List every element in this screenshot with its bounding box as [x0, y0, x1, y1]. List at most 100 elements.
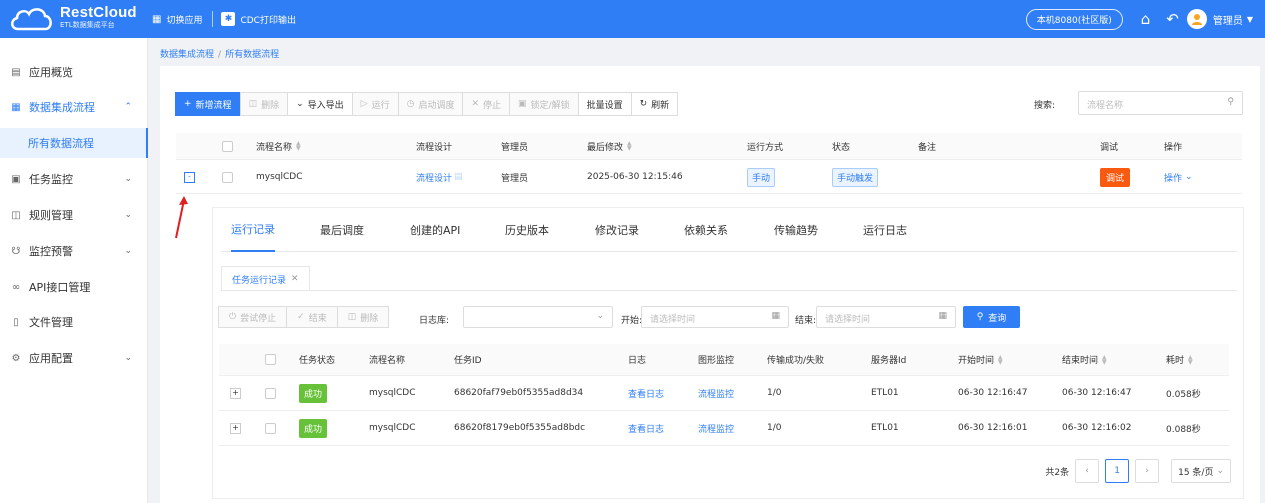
sidebar-item-config[interactable]: ⚙ 应用配置 ⌄	[0, 346, 148, 370]
tab-history-versions[interactable]: 历史版本	[505, 208, 549, 252]
import-export-button[interactable]: ⌄ 导入导出	[287, 92, 353, 116]
stop-button[interactable]: ✕ 停止	[462, 92, 511, 116]
sidebar-item-api[interactable]: ∞ API接口管理	[0, 275, 148, 299]
breadcrumb-parent[interactable]: 数据集成流程	[160, 50, 214, 60]
sort-icon[interactable]: ▲ ▼	[627, 141, 632, 152]
run-button[interactable]: ▷ 运行	[351, 92, 399, 116]
tab-run-records[interactable]: 运行记录	[231, 208, 275, 252]
try-stop-button[interactable]: ⏻ 尝试停止	[218, 306, 288, 328]
switch-app-button[interactable]: ▦ 切换应用	[152, 13, 202, 26]
sidebar-item-files[interactable]: ▯ 文件管理	[0, 310, 148, 334]
select-all-checkbox[interactable]	[222, 133, 233, 159]
run-mode-label: 手动	[747, 167, 776, 187]
flow-monitor-link[interactable]: 流程监控	[698, 376, 734, 410]
collapse-button[interactable]: -	[184, 161, 195, 193]
row-checkbox[interactable]	[222, 161, 233, 193]
close-icon[interactable]: ✕	[291, 274, 299, 284]
record-task-id: 68620faf79eb0f5355ad8d34	[454, 388, 584, 398]
avatar[interactable]	[1186, 9, 1207, 29]
start-schedule-button[interactable]: ◷ 启动调度	[397, 92, 464, 116]
expand-button[interactable]: +	[230, 411, 241, 445]
clock-icon: ◷	[406, 99, 415, 109]
dashboard-icon: ▤	[11, 66, 21, 78]
sidebar-item-label: 任务监控	[29, 173, 73, 186]
sidebar-item-task-monitor[interactable]: ▣ 任务监控 ⌄	[0, 167, 148, 191]
breadcrumb-current: 所有数据流程	[225, 50, 280, 60]
tab-transfer-trend[interactable]: 传输趋势	[774, 208, 818, 252]
col-start-time[interactable]: 开始时间 ▲ ▼	[958, 344, 1003, 375]
expand-button[interactable]: +	[230, 376, 241, 410]
current-app[interactable]: ✱ CDC打印输出	[221, 12, 296, 26]
sort-icon[interactable]: ▲ ▼	[1102, 354, 1107, 365]
batch-settings-label: 批量设置	[586, 100, 623, 111]
divider	[212, 11, 214, 27]
record-start: 06-30 12:16:47	[958, 388, 1028, 398]
sidebar-item-overview[interactable]: ▤ 应用概览	[0, 60, 148, 84]
tab-created-api[interactable]: 创建的API	[410, 208, 460, 252]
finish-button[interactable]: ✓ 结束	[286, 306, 338, 328]
table-row[interactable]: + 成功 mysqlCDC 68620f8179eb0f5355ad8bdc 查…	[219, 411, 1229, 446]
sidebar-item-alarm[interactable]: ☋ 监控预警 ⌄	[0, 239, 148, 263]
copy-icon[interactable]: ▤	[454, 172, 463, 182]
rules-icon: ◫	[11, 209, 21, 221]
tab-task-run-records[interactable]: 任务运行记录 ✕	[221, 266, 310, 291]
log-db-select[interactable]: ⌄	[463, 306, 613, 328]
batch-settings-button[interactable]: 批量设置	[577, 92, 632, 116]
brand-logo[interactable]: RestCloud ETL数据集成平台	[8, 5, 144, 33]
debug-button[interactable]: 调试	[1100, 161, 1131, 193]
col-end-time[interactable]: 结束时间 ▲ ▼	[1062, 344, 1107, 375]
refresh-button[interactable]: ↻ 刷新	[630, 92, 679, 116]
col-flow-name[interactable]: 流程名称 ▲ ▼	[256, 133, 301, 159]
search-icon[interactable]: ⚲	[1227, 97, 1234, 107]
select-all-checkbox[interactable]	[265, 344, 276, 375]
view-log-link[interactable]: 查看日志	[628, 376, 664, 410]
col-label: 流程设计	[416, 142, 453, 153]
row-checkbox[interactable]	[265, 376, 276, 410]
query-button[interactable]: ⚲ 查询	[963, 306, 1020, 328]
table-row[interactable]: + 成功 mysqlCDC 68620faf79eb0f5355ad8d34 查…	[219, 376, 1229, 411]
row-checkbox[interactable]	[265, 411, 276, 445]
sidebar-subitem-all-flows[interactable]: 所有数据流程	[0, 128, 148, 158]
stop-label: 停止	[483, 100, 502, 111]
col-flow-name: 流程名称	[369, 356, 406, 366]
new-flow-button[interactable]: + 新增流程	[175, 92, 241, 116]
play-icon: ▷	[360, 99, 368, 109]
end-time-placeholder: 请选择时间	[825, 315, 871, 325]
check-icon: ✓	[297, 312, 305, 322]
col-modified[interactable]: 最后修改 ▲ ▼	[587, 133, 632, 159]
page-1-button[interactable]: 1	[1105, 459, 1130, 483]
tab-change-records[interactable]: 修改记录	[595, 208, 639, 252]
table-row[interactable]: - mysqlCDC 流程设计 ▤ 管理员 2025-06-30 12:15:46…	[176, 161, 1242, 194]
sort-icon[interactable]: ▲ ▼	[1188, 354, 1193, 365]
delete-button[interactable]: ◫ 删除	[239, 92, 289, 116]
back-icon[interactable]: ↶	[1166, 10, 1179, 28]
view-log-link[interactable]: 查看日志	[628, 411, 664, 445]
col-debug: 调试	[1100, 133, 1118, 159]
start-time-input[interactable]: 请选择时间 ▦	[641, 306, 789, 328]
sidebar-item-integration[interactable]: ▦ 数据集成流程 ⌃	[0, 95, 148, 119]
next-page-button[interactable]: ›	[1135, 459, 1160, 483]
tab-last-schedule[interactable]: 最后调度	[320, 208, 364, 252]
flow-monitor-link[interactable]: 流程监控	[698, 411, 734, 445]
home-icon[interactable]: ⌂	[1141, 10, 1151, 28]
sort-icon[interactable]: ▲ ▼	[998, 354, 1003, 365]
page-size-select[interactable]: 15 条/页 ⌄	[1171, 459, 1231, 483]
col-duration[interactable]: 耗时 ▲ ▼	[1166, 344, 1193, 375]
sidebar-item-label: 监控预警	[29, 245, 73, 258]
lock-unlock-button[interactable]: ▣ 锁定/解锁	[509, 92, 579, 116]
search-input[interactable]: 流程名称 ⚲	[1078, 91, 1243, 115]
environment-badge[interactable]: 本机8080(社区版)	[1025, 8, 1123, 30]
prev-page-button[interactable]: ‹	[1075, 459, 1100, 483]
tab-dependencies[interactable]: 依赖关系	[684, 208, 728, 252]
end-time-input[interactable]: 请选择时间 ▦	[816, 306, 956, 328]
chevron-down-icon[interactable]: ▼	[1247, 15, 1253, 24]
flow-design-link[interactable]: 流程设计 ▤	[416, 161, 463, 193]
actions-menu[interactable]: 操作 ⌄	[1164, 161, 1193, 193]
sidebar-item-label: 应用概览	[29, 66, 73, 79]
sort-icon[interactable]: ▲ ▼	[296, 141, 301, 152]
sidebar-item-rules[interactable]: ◫ 规则管理 ⌄	[0, 203, 148, 227]
tab-run-logs[interactable]: 运行日志	[863, 208, 907, 252]
user-name[interactable]: 管理员	[1213, 12, 1243, 27]
record-task-id: 68620f8179eb0f5355ad8bdc	[454, 423, 586, 433]
delete-record-button[interactable]: ◫ 删除	[336, 306, 390, 328]
